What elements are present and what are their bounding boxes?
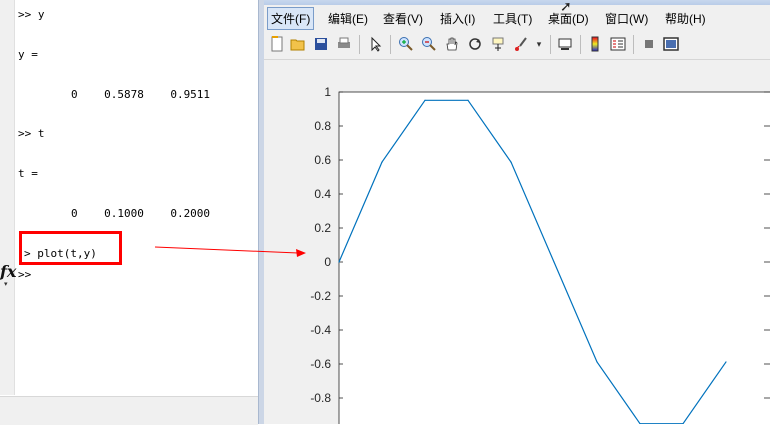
brush-dropdown-icon[interactable]: ▾ [534, 36, 544, 52]
menu-help[interactable]: 帮助(H) [662, 9, 709, 28]
function-browser-icon[interactable]: fx [0, 262, 16, 281]
toolbar-separator [633, 35, 634, 54]
toolbar-separator [580, 35, 581, 54]
data-point [725, 361, 727, 363]
data-point [467, 99, 469, 101]
menu-view[interactable]: 查看(V) [380, 9, 426, 28]
data-point [338, 261, 340, 263]
print-icon[interactable] [336, 36, 352, 52]
y-tick-label: 1 [324, 85, 331, 99]
menu-tools[interactable]: 工具(T) [490, 9, 535, 28]
y-tick-label: 0.6 [314, 153, 331, 167]
pan-hand-icon[interactable] [444, 36, 460, 52]
link-plot-icon[interactable] [557, 36, 573, 52]
menu-window[interactable]: 窗口(W) [602, 9, 651, 28]
plot-canvas[interactable]: 1 0.8 0.6 0.4 0.2 0 -0.2 -0.4 -0.6 -0.8 [264, 60, 770, 424]
show-plot-tools-icon[interactable] [663, 36, 679, 52]
y-tick-label: -0.2 [310, 289, 331, 303]
data-point [510, 161, 512, 163]
hide-plot-tools-icon[interactable] [641, 36, 657, 52]
toolbar-separator [550, 35, 551, 54]
command-output: 0 0.1000 0.2000 [18, 207, 211, 220]
data-point [596, 361, 598, 363]
command-line: t = [18, 167, 38, 180]
y-tick-label: -0.8 [310, 391, 331, 405]
toolbar-separator [359, 35, 360, 54]
menu-edit[interactable]: 编辑(E) [325, 9, 371, 28]
command-window[interactable]: >> y y = 0 0.5878 0.9511 >> t t = 0 0.10… [0, 0, 258, 425]
command-line: >> y [18, 8, 45, 21]
y-tick-label: 0.2 [314, 221, 331, 235]
command-line: y = [18, 48, 38, 61]
legend-icon[interactable] [610, 36, 626, 52]
data-point [553, 261, 555, 263]
data-point [424, 99, 426, 101]
figure-menu-bar: 文件(F) 编辑(E) 查看(V) 插入(I) 工具(T) 桌面(D) 窗口(W… [264, 5, 770, 30]
red-highlight-box [19, 231, 122, 265]
open-file-icon[interactable] [290, 36, 306, 52]
select-arrow-icon[interactable] [368, 36, 384, 52]
toolbar-separator [390, 35, 391, 54]
command-output: 0 0.5878 0.9511 [18, 88, 211, 101]
menu-insert[interactable]: 插入(I) [437, 9, 478, 28]
new-figure-icon[interactable] [269, 36, 285, 52]
command-line: >> t [18, 127, 45, 140]
y-tick-label: 0.8 [314, 119, 331, 133]
save-icon[interactable] [313, 36, 329, 52]
command-window-status-bar [0, 396, 258, 425]
command-prompt[interactable]: >> [18, 268, 31, 281]
zoom-in-icon[interactable] [398, 36, 414, 52]
zoom-out-icon[interactable] [421, 36, 437, 52]
brush-icon[interactable] [513, 36, 529, 52]
menu-file[interactable]: 文件(F) [267, 7, 315, 30]
rotate-3d-icon[interactable] [467, 36, 483, 52]
y-tick-label: -0.4 [310, 323, 331, 337]
figure-toolbar: ▾ [264, 31, 770, 60]
command-window-gutter [0, 0, 15, 395]
data-cursor-icon[interactable] [490, 36, 506, 52]
data-point [381, 161, 383, 163]
mouse-cursor-icon: ➚ [560, 0, 572, 14]
colorbar-icon[interactable] [587, 36, 603, 52]
y-tick-label: 0 [324, 255, 331, 269]
axes-box[interactable] [338, 91, 770, 424]
y-tick-label: -0.6 [310, 357, 331, 371]
y-tick-label: 0.4 [314, 187, 331, 201]
fx-dropdown-icon[interactable]: ▾ [4, 280, 8, 288]
